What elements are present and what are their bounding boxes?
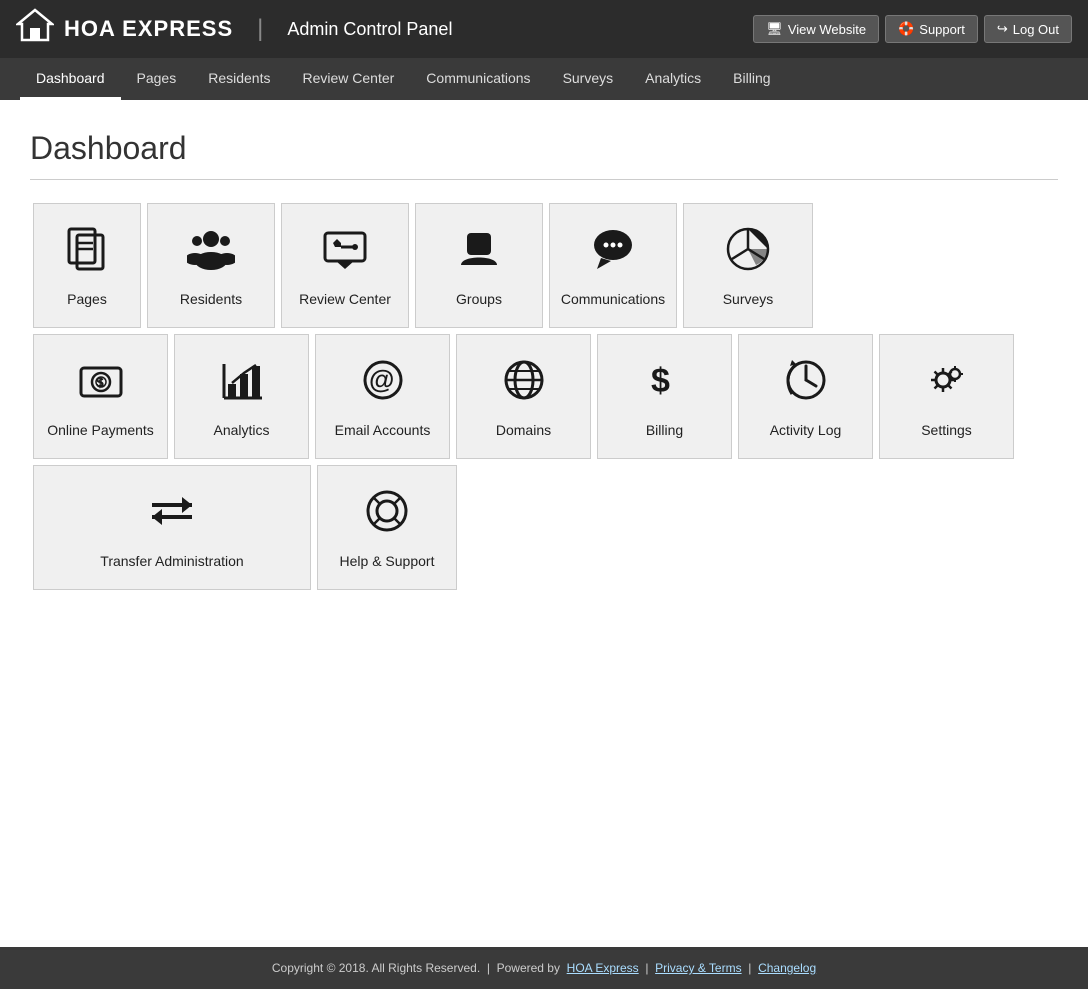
logo-text: HOA EXPRESS [64,16,233,42]
tile-activity-log[interactable]: Activity Log [738,334,873,459]
tile-domains[interactable]: Domains [456,334,591,459]
nav-item-pages[interactable]: Pages [121,58,193,100]
nav-item-residents[interactable]: Residents [192,58,286,100]
footer: Copyright © 2018. All Rights Reserved. |… [0,947,1088,989]
activity-log-icon [782,356,830,414]
pages-icon [63,225,111,283]
tile-domains-label: Domains [496,422,551,438]
tile-residents-label: Residents [180,291,242,307]
tile-transfer-administration[interactable]: Transfer Administration [33,465,311,590]
tile-help-support-label: Help & Support [340,553,435,569]
tile-settings[interactable]: Settings [879,334,1014,459]
tile-analytics-label: Analytics [213,422,269,438]
logout-button[interactable]: ↪ Log Out [984,15,1072,43]
tile-residents[interactable]: Residents [147,203,275,328]
dashboard-row-2: $1 Online Payments Analytics @ Email Acc… [30,331,1058,462]
tile-pages-label: Pages [67,291,107,307]
help-support-icon [363,487,411,545]
footer-hoa-link[interactable]: HOA Express [567,961,639,975]
tile-email-accounts-label: Email Accounts [335,422,431,438]
billing-icon: $ [641,356,689,414]
tile-review-center-label: Review Center [299,291,391,307]
tile-groups-label: Groups [456,291,502,307]
tile-billing-label: Billing [646,422,683,438]
tile-pages[interactable]: Pages [33,203,141,328]
tile-analytics[interactable]: Analytics [174,334,309,459]
nav-item-analytics[interactable]: Analytics [629,58,717,100]
transfer-administration-icon [148,487,196,545]
residents-icon [187,225,235,283]
tile-settings-label: Settings [921,422,972,438]
nav-item-surveys[interactable]: Surveys [547,58,630,100]
view-website-button[interactable]: 🖥 View Website [753,15,879,43]
nav-item-billing[interactable]: Billing [717,58,786,100]
tile-review-center[interactable]: Review Center [281,203,409,328]
main-content: Dashboard Pages Residents Review Cen [0,100,1088,947]
tile-billing[interactable]: $ Billing [597,334,732,459]
footer-powered-by: Powered by [497,961,560,975]
header: HOA EXPRESS | Admin Control Panel 🖥 View… [0,0,1088,58]
online-payments-icon: $1 [77,356,125,414]
svg-text:$: $ [651,362,670,400]
nav-item-review-center[interactable]: Review Center [286,58,410,100]
surveys-icon [724,225,772,283]
analytics-icon [218,356,266,414]
logo-icon [16,6,54,52]
tile-help-support[interactable]: Help & Support [317,465,457,590]
admin-panel-title: Admin Control Panel [287,19,452,40]
dashboard-row-1: Pages Residents Review Center Groups [30,200,1058,331]
review-center-icon [321,225,369,283]
tile-groups[interactable]: Groups [415,203,543,328]
domains-icon [500,356,548,414]
footer-changelog-link[interactable]: Changelog [758,961,816,975]
footer-privacy-link[interactable]: Privacy & Terms [655,961,741,975]
tile-communications[interactable]: Communications [549,203,677,328]
dashboard-grid: Pages Residents Review Center Groups [30,200,1058,593]
nav-item-dashboard[interactable]: Dashboard [20,58,121,100]
tile-email-accounts[interactable]: @ Email Accounts [315,334,450,459]
settings-icon [923,356,971,414]
main-nav: Dashboard Pages Residents Review Center … [0,58,1088,100]
logo-area: HOA EXPRESS [16,6,233,52]
tile-surveys-label: Surveys [723,291,774,307]
svg-text:@: @ [369,364,394,394]
dashboard-row-3: Transfer Administration Help & Support [30,462,1058,593]
life-ring-icon: 🛟 [898,21,914,37]
header-right: 🖥 View Website 🛟 Support ↪ Log Out [753,15,1072,43]
footer-copyright: Copyright © 2018. All Rights Reserved. [272,961,480,975]
header-left: HOA EXPRESS | Admin Control Panel [16,6,452,52]
email-accounts-icon: @ [359,356,407,414]
tile-online-payments-label: Online Payments [47,422,154,438]
tile-activity-log-label: Activity Log [770,422,842,438]
groups-icon [455,225,503,283]
communications-icon [589,225,637,283]
header-divider: | [257,15,263,43]
nav-item-communications[interactable]: Communications [410,58,546,100]
logout-icon: ↪ [997,21,1008,37]
tile-online-payments[interactable]: $1 Online Payments [33,334,168,459]
tile-communications-label: Communications [561,291,665,307]
monitor-icon: 🖥 [766,21,783,37]
support-button[interactable]: 🛟 Support [885,15,978,43]
tile-surveys[interactable]: Surveys [683,203,813,328]
page-title: Dashboard [30,130,1058,180]
svg-text:1: 1 [98,378,104,389]
tile-transfer-administration-label: Transfer Administration [100,553,243,569]
